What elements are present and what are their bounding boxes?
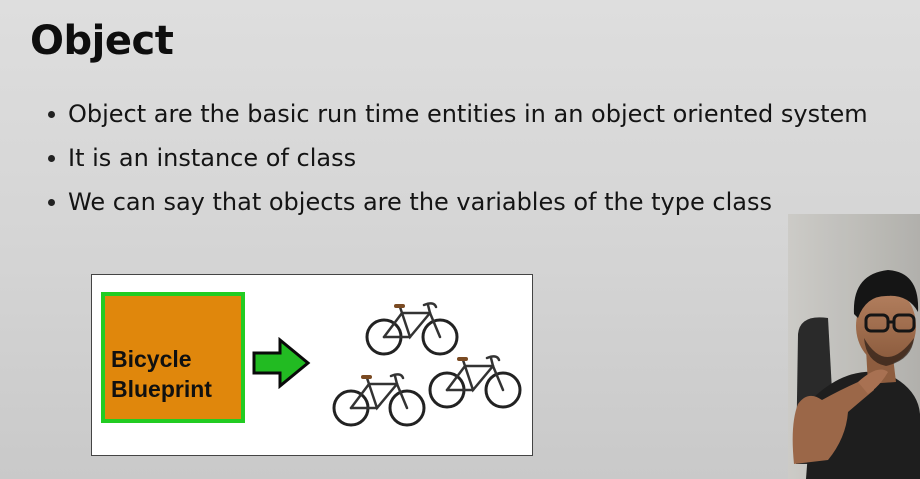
slide-title: Object: [30, 18, 174, 64]
presenter-video: [788, 214, 920, 479]
bullet-item: We can say that objects are the variable…: [46, 180, 868, 224]
bicycle-icon: [332, 373, 426, 427]
bullet-item: It is an instance of class: [46, 136, 868, 180]
bicycle-icon: [428, 355, 522, 409]
bullet-list: Object are the basic run time entities i…: [46, 92, 868, 224]
right-arrow-icon: [252, 337, 311, 389]
bullet-item: Object are the basic run time entities i…: [46, 92, 868, 136]
blueprint-box: Bicycle Blueprint: [101, 292, 245, 423]
blueprint-label-line2: Blueprint: [111, 376, 212, 402]
presenter-webcam: [788, 214, 920, 479]
bicycle-figure: Bicycle Blueprint: [91, 274, 533, 456]
blueprint-label-line1: Bicycle: [111, 346, 192, 372]
slide: Object Object are the basic run time ent…: [0, 0, 920, 479]
